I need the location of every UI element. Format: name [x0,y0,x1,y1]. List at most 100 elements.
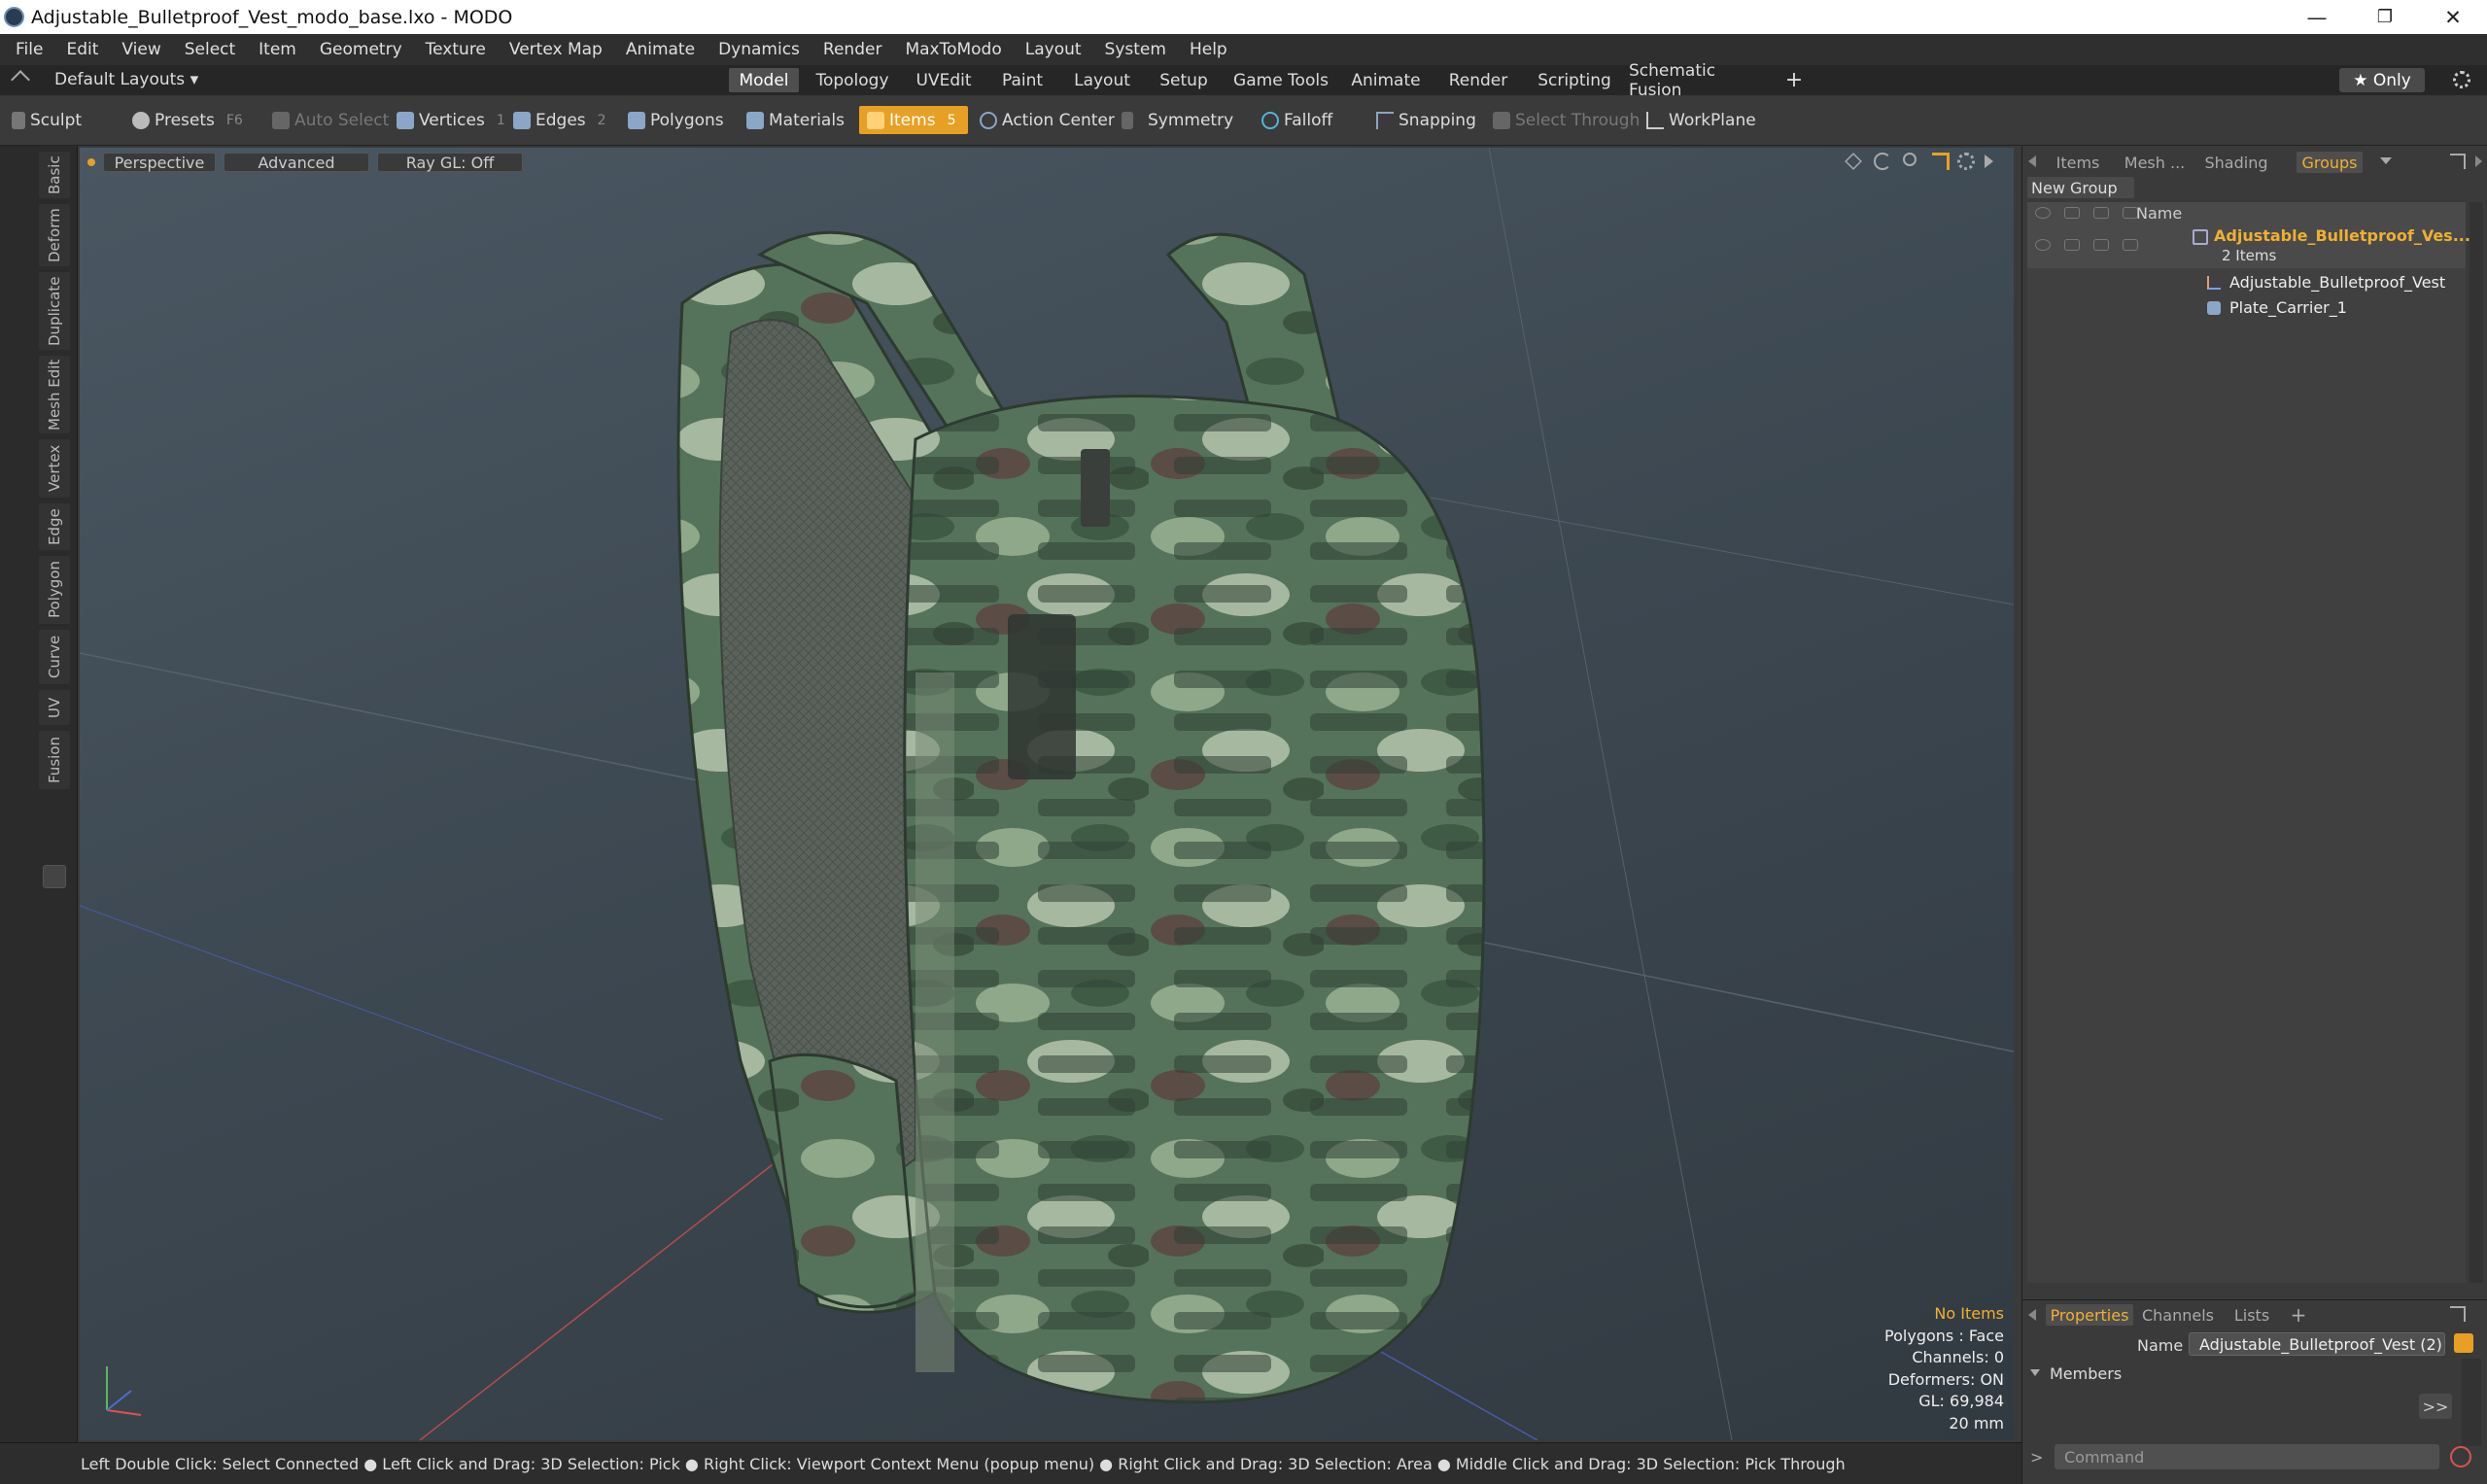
members-more-button[interactable]: >> [2419,1394,2452,1419]
tree-row-child[interactable]: Adjustable_Bulletproof_Vest [2027,270,2466,295]
expand-icon[interactable] [1985,155,1993,168]
panel-expand-icon[interactable] [2475,155,2482,167]
polygons-button[interactable]: Polygons [628,106,724,134]
tab-channels[interactable]: Channels [2139,1304,2217,1326]
gear-icon[interactable] [2453,71,2470,88]
tab-topology[interactable]: Topology [809,68,896,92]
render-column-icon[interactable] [2064,207,2080,219]
default-layouts-dropdown[interactable]: Default Layouts ▾ [54,70,198,89]
zoom-icon[interactable] [1903,153,1917,166]
vtab-vertex[interactable]: Vertex [39,439,70,498]
tab-groups[interactable]: Groups [2297,152,2363,173]
menu-item[interactable]: Item [247,40,308,59]
menu-texture[interactable]: Texture [414,40,498,59]
properties-maximize-icon[interactable] [2450,1306,2466,1322]
menu-view[interactable]: View [110,40,172,59]
tab-uvedit[interactable]: UVEdit [906,68,982,92]
only-toggle[interactable]: ★ Only [2339,68,2425,92]
menu-geometry[interactable]: Geometry [308,40,414,59]
tab-scripting[interactable]: Scripting [1530,68,1619,92]
menu-help[interactable]: Help [1178,40,1239,59]
vtab-polygon[interactable]: Polygon [39,556,70,624]
child-name[interactable]: Plate_Carrier_1 [2229,298,2347,317]
menu-vertex-map[interactable]: Vertex Map [498,40,614,59]
new-group-button[interactable]: New Group [2027,177,2134,198]
items-button[interactable]: Items 5 [859,106,968,134]
group-select-icon[interactable] [2123,239,2138,251]
properties-scrollbar[interactable] [2462,1359,2481,1446]
vtab-fusion[interactable]: Fusion [39,731,70,789]
tab-paint[interactable]: Paint [991,68,1054,92]
menu-animate[interactable]: Animate [614,40,707,59]
vtab-curve[interactable]: Curve [39,630,70,684]
symmetry-button[interactable]: Symmetry [1122,106,1233,134]
tree-scrollbar[interactable] [2470,202,2483,1283]
command-input[interactable]: Command [2055,1444,2439,1469]
workplane-button[interactable]: WorkPlane [1646,106,1756,134]
perspective-button[interactable]: Perspective [103,153,216,172]
tree-row-child[interactable]: Plate_Carrier_1 [2027,295,2466,321]
advanced-button[interactable]: Advanced [224,153,369,172]
name-field[interactable]: Adjustable_Bulletproof_Vest (2) [2189,1332,2445,1356]
tab-mesh[interactable]: Mesh ... [2116,152,2193,173]
layout-collapse-icon[interactable] [11,70,30,89]
restore-button[interactable]: ❐ [2351,0,2419,34]
palette-toggle-button[interactable] [43,865,66,888]
snapping-button[interactable]: Snapping [1376,106,1476,134]
properties-collapse-icon[interactable] [2028,1309,2036,1321]
auto-select-button[interactable]: Auto Select [272,106,389,134]
command-stop-icon[interactable] [2450,1446,2471,1467]
select-through-button[interactable]: Select Through [1493,106,1640,134]
vest-model[interactable] [624,187,1674,1421]
raygl-button[interactable]: Ray GL: Off [377,153,523,172]
menu-select[interactable]: Select [173,40,247,59]
group-render-icon[interactable] [2064,239,2080,251]
menu-render[interactable]: Render [812,40,894,59]
tab-properties[interactable]: Properties [2046,1304,2133,1326]
tab-game-tools[interactable]: Game Tools [1226,68,1335,92]
viewport-settings-icon[interactable] [1957,153,1975,170]
lock-column-icon[interactable] [2093,207,2109,219]
visibility-column-icon[interactable] [2035,207,2051,219]
menu-edit[interactable]: Edit [54,40,110,59]
vtab-edge[interactable]: Edge [39,503,70,550]
vtab-mesh-edit[interactable]: Mesh Edit [39,356,70,433]
vertices-button[interactable]: Vertices 1 [397,106,505,134]
presets-button[interactable]: Presets F6 [132,106,243,134]
minimize-button[interactable]: — [2283,0,2351,34]
tab-model[interactable]: Model [729,68,799,92]
tab-animate[interactable]: Animate [1345,68,1427,92]
add-tab-button[interactable]: + [1782,68,1806,92]
tab-schematic-fusion[interactable]: Schematic Fusion [1629,61,1771,100]
materials-button[interactable]: Materials [746,106,845,134]
maximize-panel-icon[interactable] [2450,154,2466,169]
members-expand-icon[interactable] [2030,1369,2040,1376]
group-name[interactable]: Adjustable_Bulletproof_Ves... [2214,226,2470,245]
group-visibility-icon[interactable] [2035,239,2051,251]
close-button[interactable]: ✕ [2419,0,2487,34]
edges-button[interactable]: Edges 2 [513,106,606,134]
vtab-basic[interactable]: Basic [39,152,70,198]
tree-row-group[interactable]: Adjustable_Bulletproof_Ves... 2 Items [2027,224,2470,268]
menu-layout[interactable]: Layout [1014,40,1093,59]
add-properties-tab-button[interactable]: + [2285,1303,2312,1327]
falloff-button[interactable]: Falloff [1261,106,1332,134]
viewport-menu-icon[interactable] [87,158,95,166]
menu-dynamics[interactable]: Dynamics [707,40,812,59]
tab-setup[interactable]: Setup [1151,68,1217,92]
sculpt-button[interactable]: Sculpt [12,106,82,134]
tab-shading[interactable]: Shading [2199,152,2273,173]
name-color-swatch[interactable] [2454,1333,2473,1353]
panel-collapse-icon[interactable] [2028,155,2036,167]
vtab-duplicate[interactable]: Duplicate [39,272,70,350]
menu-system[interactable]: System [1093,40,1178,59]
group-lock-icon[interactable] [2093,239,2109,251]
vtab-uv[interactable]: UV [39,690,70,725]
tab-render[interactable]: Render [1436,68,1520,92]
tab-lists[interactable]: Lists [2223,1304,2281,1326]
menu-file[interactable]: File [0,40,54,59]
tabs-dropdown-icon[interactable] [2380,157,2392,164]
rotate-icon[interactable] [1874,153,1891,170]
3d-viewport[interactable]: Perspective Advanced Ray GL: Off No Item… [80,148,2014,1440]
tab-layout[interactable]: Layout [1063,68,1141,92]
